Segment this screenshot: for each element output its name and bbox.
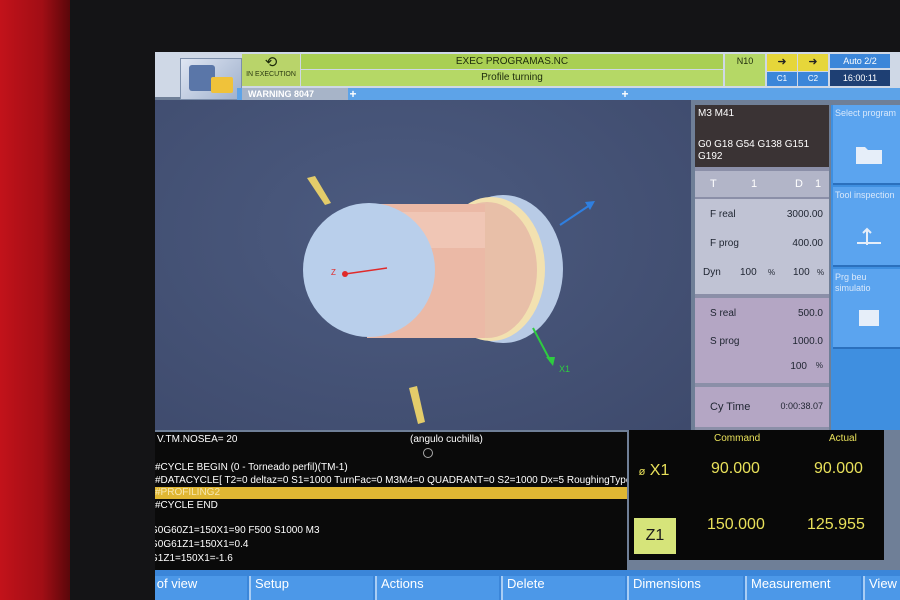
part-3d-view: X1 Z — [303, 176, 595, 424]
plus-icon[interactable]: + — [347, 88, 359, 100]
app-icon[interactable] — [180, 58, 242, 100]
z1-command-value: 150.000 — [707, 516, 765, 533]
m-codes: M3 M41 — [698, 108, 735, 119]
x-axis-arrow — [546, 357, 555, 366]
z-axis-origin — [342, 271, 348, 277]
f-prog-label: F prog — [710, 238, 739, 249]
x1-actual-value: 90.000 — [814, 460, 863, 477]
d-number: 1 — [815, 178, 822, 190]
block-number: N10 — [725, 54, 765, 86]
channel-2-label: C2 — [798, 72, 828, 86]
dyn-percent-1: % — [768, 268, 776, 277]
d-label: D — [795, 178, 803, 190]
z-axis-label: Z — [331, 268, 336, 277]
cycle-time-value: 0:00:38.07 — [780, 401, 823, 411]
diameter-icon: ø — [638, 466, 646, 478]
actual-header: Actual — [829, 433, 857, 444]
axis-name-z1: Z1 — [645, 527, 665, 544]
warning-row: WARNING 8047 + + — [237, 88, 900, 100]
program-simulation-label: Prg beu simulatio — [835, 272, 871, 293]
softkey-bar: Type of view Setup Actions Delete Dimens… — [155, 570, 900, 600]
softkey-view[interactable]: View — [863, 576, 900, 600]
z1-actual-value: 125.955 — [807, 516, 865, 533]
program-line[interactable]: G0G60Z1=150X1=90 F500 S1000 M3 — [155, 525, 320, 536]
s-percent-value: 100 — [790, 361, 807, 372]
softkey-actions[interactable]: Actions — [375, 576, 499, 600]
softkey-measurement[interactable]: Measurement — [745, 576, 861, 600]
channel-1[interactable]: ➜ C1 — [767, 54, 797, 86]
f-real-label: F real — [710, 209, 736, 220]
execution-status: ⟲ IN EXECUTION — [242, 54, 300, 86]
modal-codes: M3 M41 G0 G18 G54 G138 G151 G192 — [695, 105, 829, 167]
channel-1-label: C1 — [767, 72, 797, 86]
cursor-icon — [423, 448, 433, 458]
warning-message[interactable]: WARNING 8047 — [242, 88, 348, 100]
g-codes: G0 G18 G54 G138 G151 G192 — [698, 139, 810, 162]
plus-icon[interactable]: + — [619, 88, 631, 100]
f-real-value: 3000.00 — [786, 209, 823, 220]
axis-name-x1: X1 — [649, 462, 670, 479]
axis-label-x1[interactable]: ø X1 — [629, 453, 679, 489]
cycle-icon: ⟲ — [264, 54, 278, 71]
softkey-delete[interactable]: Delete — [501, 576, 625, 600]
dyn-row: Dyn 100 % 100 % — [695, 263, 829, 283]
tool-inspection-label: Tool inspection — [835, 190, 895, 200]
s-prog-value: 1000.0 — [792, 336, 823, 347]
channel-1-arrow-icon[interactable]: ➜ — [767, 54, 797, 71]
command-header: Command — [714, 433, 761, 444]
softkey-type-of-view[interactable]: Type of view — [155, 576, 247, 600]
s-prog-label: S prog — [710, 336, 740, 347]
program-listing[interactable]: V.TM.NOSEA= 20 (angulo cuchilla) #CYCLE … — [155, 432, 627, 572]
tool-arrows-icon — [857, 227, 881, 245]
simulation-viewport[interactable]: X1 Z — [155, 100, 691, 430]
softkey-dimensions[interactable]: Dimensions — [627, 576, 743, 600]
dyn-percent-2: % — [817, 268, 825, 277]
side-button-column: Select program Tool inspection Prg beu s… — [831, 105, 900, 430]
tool-row: T 1 D 1 — [695, 171, 829, 197]
x1-command-value: 90.000 — [711, 460, 760, 477]
dyn-label: Dyn — [703, 267, 721, 278]
program-line[interactable]: #CYCLE BEGIN (0 - Torneado perfil)(TM-1) — [155, 462, 348, 473]
monitor-bezel-red — [0, 0, 70, 600]
cycle-title: Profile turning — [301, 70, 723, 86]
program-line[interactable]: #DATACYCLE[ T2=0 deltaz=0 S1=1000 TurnFa… — [155, 475, 627, 486]
mode-indicator: Auto 2/2 — [830, 54, 890, 68]
channel-2[interactable]: ➜ C2 — [798, 54, 828, 86]
program-comment: (angulo cuchilla) — [410, 434, 483, 445]
axis-label-z1[interactable]: Z1 — [634, 518, 676, 554]
tool-insert-top — [307, 176, 331, 205]
program-title: EXEC PROGRAMAS.NC — [301, 54, 723, 69]
clock: 16:00:11 — [830, 70, 890, 86]
tool-inspection-button[interactable]: Tool inspection — [833, 187, 900, 267]
program-line[interactable]: #CYCLE END — [155, 500, 218, 511]
axes-panel: Command Actual ø X1 90.000 90.000 Z1 150… — [629, 430, 884, 560]
channel-2-arrow-icon[interactable]: ➜ — [798, 54, 828, 71]
simulation-icon — [859, 310, 879, 326]
program-title-bar: EXEC PROGRAMAS.NC Profile turning — [301, 54, 723, 86]
info-panel: M3 M41 G0 G18 G54 G138 G151 G192 T 1 D 1… — [695, 105, 829, 430]
program-simulation-button[interactable]: Prg beu simulatio — [833, 269, 900, 349]
dyn-value-2: 100 — [793, 267, 810, 278]
dyn-value-1: 100 — [740, 267, 757, 278]
tool-label: T — [710, 178, 717, 190]
program-line[interactable]: G1Z1=150X1=-1.6 — [155, 553, 233, 564]
s-real-value: 500.0 — [797, 308, 823, 319]
s-real-label: S real — [710, 308, 737, 319]
softkey-setup[interactable]: Setup — [249, 576, 373, 600]
folder-icon — [856, 147, 882, 164]
execution-status-label: IN EXECUTION — [246, 71, 296, 78]
s-percent-sign: % — [815, 361, 823, 370]
y-axis-arrow — [585, 201, 595, 210]
select-program-label: Select program — [835, 108, 897, 118]
x-axis-label: X1 — [559, 364, 570, 374]
tool-insert-bottom — [409, 386, 425, 424]
variable-line: V.TM.NOSEA= 20 — [157, 434, 238, 445]
f-prog-value: 400.00 — [792, 238, 823, 249]
cycle-time-label: Cy Time — [710, 401, 751, 413]
tool-number: 1 — [751, 178, 758, 190]
program-line[interactable]: G0G61Z1=150X1=0.4 — [155, 539, 248, 550]
select-program-button[interactable]: Select program — [833, 105, 900, 185]
program-line-current[interactable]: #PROFILING2 — [155, 487, 627, 499]
cnc-screen: ⟲ IN EXECUTION EXEC PROGRAMAS.NC Profile… — [155, 52, 900, 600]
